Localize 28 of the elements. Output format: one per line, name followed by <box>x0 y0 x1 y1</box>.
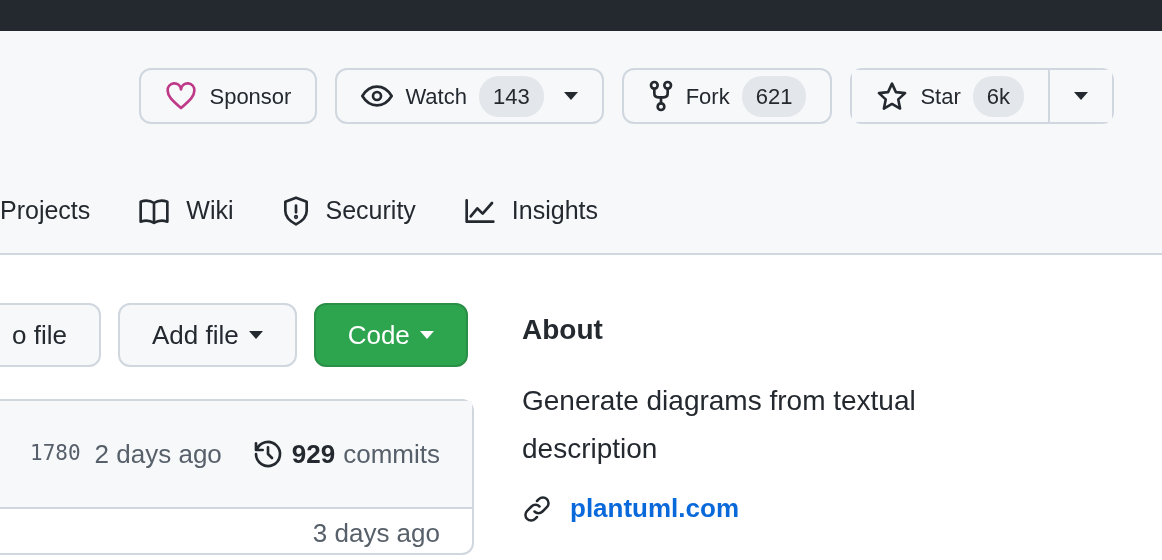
fork-button[interactable]: Fork 621 <box>621 68 833 124</box>
count-badge: 143 <box>478 75 544 117</box>
chart-icon <box>463 196 496 225</box>
link-icon <box>522 493 552 524</box>
commits-link[interactable]: 929 commits <box>251 434 440 474</box>
fork-icon <box>647 80 674 112</box>
eye-icon <box>361 84 394 108</box>
nav-tab[interactable]: Wiki <box>138 192 234 230</box>
dropdown-button[interactable] <box>1048 70 1112 122</box>
nav-tab[interactable]: Insights <box>463 192 598 230</box>
commit-time: 2 days ago <box>94 437 222 471</box>
section-heading: About <box>522 313 604 347</box>
star-icon <box>876 81 909 111</box>
book-icon <box>138 196 171 225</box>
file-button[interactable]: o file <box>0 303 101 367</box>
nav-tab[interactable]: Projects <box>0 192 91 230</box>
watch-button[interactable]: Watch 143 <box>335 68 604 124</box>
website-link[interactable]: plantuml.com <box>570 489 739 528</box>
repo-description: Generate diagrams from textual description <box>522 384 917 466</box>
commit-time: 3 days ago <box>312 517 440 550</box>
heart-icon <box>165 81 198 111</box>
file-button[interactable]: Add file <box>117 303 297 367</box>
nav-tab[interactable]: Security <box>281 192 416 230</box>
count-badge: 621 <box>741 75 807 117</box>
sponsor-button[interactable]: Sponsor <box>139 68 318 124</box>
shield-icon <box>281 194 310 227</box>
count-badge: 6k <box>972 75 1024 117</box>
commit-hash[interactable]: 1780 <box>30 438 81 470</box>
